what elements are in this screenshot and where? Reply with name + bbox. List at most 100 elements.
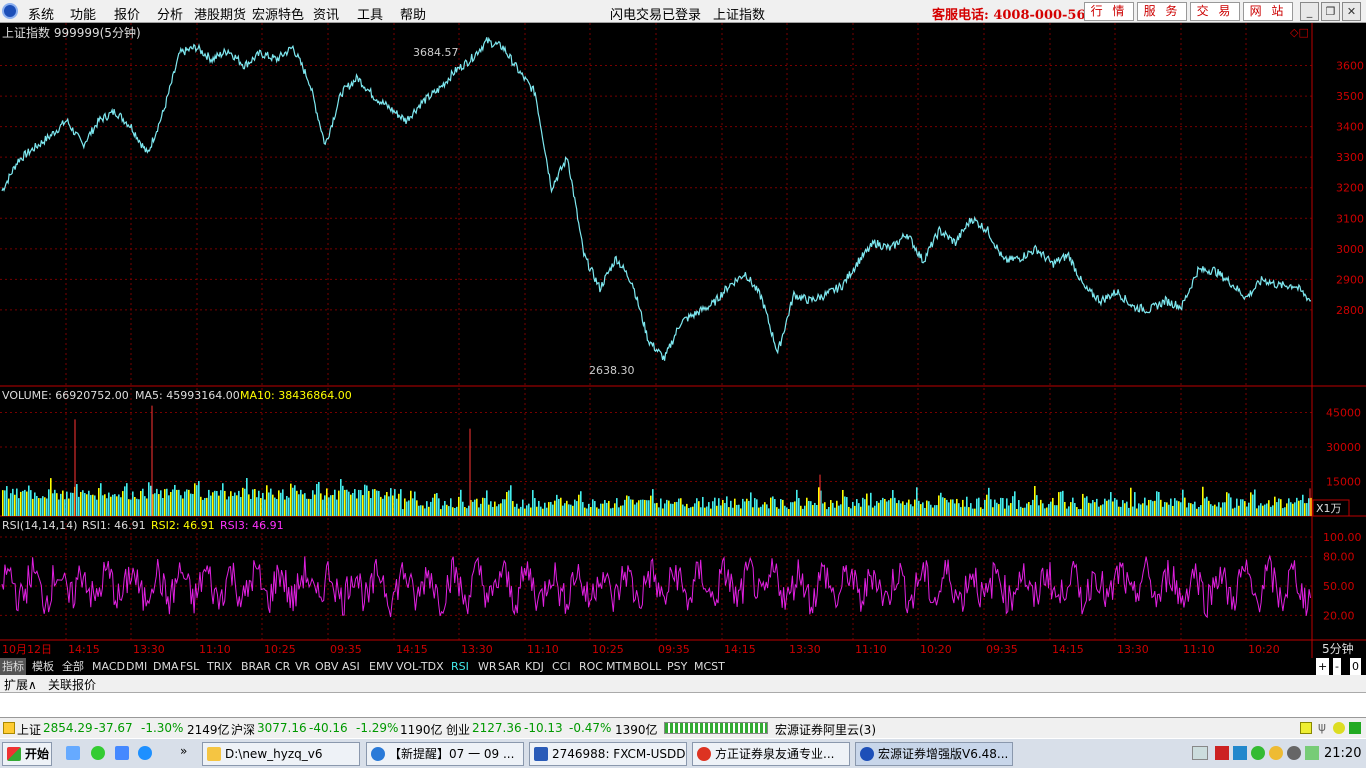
- volume-bar: [690, 507, 692, 516]
- volume-bar: [188, 489, 190, 516]
- tab-trix[interactable]: TRIX: [205, 658, 234, 675]
- tray-blue-icon[interactable]: [1233, 746, 1247, 760]
- chart-corner-icons[interactable]: ◇□: [1290, 26, 1309, 39]
- tab-psy[interactable]: PSY: [665, 658, 689, 675]
- status-icon[interactable]: [1333, 722, 1345, 734]
- zoom-out-button[interactable]: -: [1333, 658, 1341, 675]
- tab-cr[interactable]: CR: [273, 658, 292, 675]
- cy-percent: -0.47%: [569, 721, 612, 735]
- tab-sar[interactable]: SAR: [496, 658, 522, 675]
- menu-help[interactable]: 帮助: [400, 4, 426, 23]
- volume-bar: [902, 501, 904, 516]
- signal-icon[interactable]: ψ: [1318, 720, 1326, 734]
- quicklaunch-desktop-icon[interactable]: [66, 746, 80, 760]
- volume-bar: [1132, 506, 1134, 516]
- volume-bar: [1126, 501, 1128, 516]
- tab-dma[interactable]: DMA: [151, 658, 181, 675]
- menu-analysis[interactable]: 分析: [157, 4, 183, 23]
- taskbar-item-fxcm[interactable]: 2746988: FXCM-USDDe...: [529, 742, 687, 766]
- menu-tools[interactable]: 工具: [357, 4, 383, 23]
- volume-bar: [1260, 503, 1262, 516]
- tab-macd[interactable]: MACD: [90, 658, 127, 675]
- close-icon[interactable]: ✕: [1342, 2, 1361, 21]
- tab-dmi[interactable]: DMI: [124, 658, 149, 675]
- volume-bar: [342, 485, 344, 516]
- taskbar-item-hongyuan[interactable]: 宏源证券增强版V6.48...: [855, 742, 1013, 766]
- tray-network-icon[interactable]: [1305, 746, 1319, 760]
- quicklaunch-browser-icon[interactable]: [138, 746, 152, 760]
- tab-roc[interactable]: ROC: [577, 658, 605, 675]
- tab-mtm[interactable]: MTM: [604, 658, 634, 675]
- expand-tab[interactable]: 扩展∧: [4, 676, 37, 693]
- chart-area[interactable]: 上证指数 999999(5分钟) ◇□ 3684.57 2638.30 3600…: [0, 23, 1366, 658]
- volume-bar: [120, 497, 122, 516]
- time-tick: 10:20: [920, 643, 952, 656]
- tab-mcst[interactable]: MCST: [692, 658, 727, 675]
- tab-全部[interactable]: 全部: [60, 658, 86, 675]
- volume-bar: [378, 490, 380, 516]
- volume-bar: [370, 498, 372, 516]
- trade-button[interactable]: 交 易: [1190, 2, 1240, 21]
- minimize-icon[interactable]: _: [1300, 2, 1319, 21]
- quicklaunch-app-icon[interactable]: [115, 746, 129, 760]
- service-button[interactable]: 服 务: [1137, 2, 1187, 21]
- volume-bar: [1108, 499, 1110, 516]
- tab-rsi[interactable]: RSI: [449, 658, 471, 675]
- ticker-icon[interactable]: [3, 722, 15, 734]
- volume-bar: [1172, 505, 1174, 516]
- tab-vr[interactable]: VR: [293, 658, 312, 675]
- connection-icon[interactable]: [1349, 722, 1361, 734]
- tray-green-icon[interactable]: [1251, 746, 1265, 760]
- tab-obv[interactable]: OBV: [313, 658, 340, 675]
- quicklaunch-more-icon[interactable]: »: [180, 744, 187, 758]
- volume-bar: [504, 499, 506, 516]
- quicklaunch-ie-icon[interactable]: [91, 746, 105, 760]
- tab-cci[interactable]: CCI: [550, 658, 573, 675]
- menu-function[interactable]: 功能: [70, 4, 96, 23]
- tab-brar[interactable]: BRAR: [239, 658, 273, 675]
- volume-bar: [454, 507, 456, 516]
- menu-hongyuan[interactable]: 宏源特色: [252, 4, 304, 23]
- tab-模板[interactable]: 模板: [30, 658, 56, 675]
- notification-icon[interactable]: [1300, 722, 1312, 734]
- app-logo-icon[interactable]: [2, 3, 18, 19]
- taskbar-item-folder[interactable]: D:\new_hyzq_v6: [202, 742, 360, 766]
- taskbar-item-browser[interactable]: 【新提醒】07 一 09 ...: [366, 742, 524, 766]
- ma10-label: MA10: 38436864.00: [240, 389, 352, 402]
- tab-指标[interactable]: 指标: [0, 658, 26, 675]
- period-label[interactable]: 5分钟: [1322, 641, 1354, 656]
- tray-red-icon[interactable]: [1215, 746, 1229, 760]
- menu-quote[interactable]: 报价: [114, 4, 140, 23]
- tab-boll[interactable]: BOLL: [631, 658, 663, 675]
- zoom-in-button[interactable]: +: [1316, 658, 1330, 675]
- menu-news[interactable]: 资讯: [313, 4, 339, 23]
- tab-asi[interactable]: ASI: [340, 658, 362, 675]
- volume-bar: [244, 488, 246, 516]
- tab-kdj[interactable]: KDJ: [523, 658, 546, 675]
- quote-button[interactable]: 行 情: [1084, 2, 1134, 21]
- tab-vol-tdx[interactable]: VOL-TDX: [394, 658, 446, 675]
- volume-bar: [1014, 491, 1016, 516]
- volume-bar: [958, 503, 960, 516]
- keyboard-icon[interactable]: [1192, 746, 1208, 760]
- volume-bar: [774, 499, 776, 516]
- volume-bar: [654, 503, 656, 516]
- tab-fsl[interactable]: FSL: [178, 658, 201, 675]
- volume-bar: [394, 489, 396, 516]
- tray-yellow-icon[interactable]: [1269, 746, 1283, 760]
- reset-zoom-button[interactable]: 0: [1350, 658, 1361, 675]
- volume-bar: [1152, 501, 1154, 516]
- related-quote-tab[interactable]: 关联报价: [48, 676, 96, 693]
- tab-emv[interactable]: EMV: [367, 658, 395, 675]
- volume-bar: [372, 489, 374, 516]
- start-button[interactable]: 开始: [2, 742, 52, 766]
- menu-hk-futures[interactable]: 港股期货: [194, 4, 246, 23]
- volume-bar: [548, 502, 550, 516]
- website-button[interactable]: 网 站: [1243, 2, 1293, 21]
- volume-bar: [114, 494, 116, 516]
- tray-gray-icon[interactable]: [1287, 746, 1301, 760]
- menu-system[interactable]: 系统: [28, 4, 54, 23]
- volume-bar: [664, 503, 666, 516]
- restore-icon[interactable]: ❐: [1321, 2, 1340, 21]
- taskbar-item-fangzheng[interactable]: 方正证券泉友通专业...: [692, 742, 850, 766]
